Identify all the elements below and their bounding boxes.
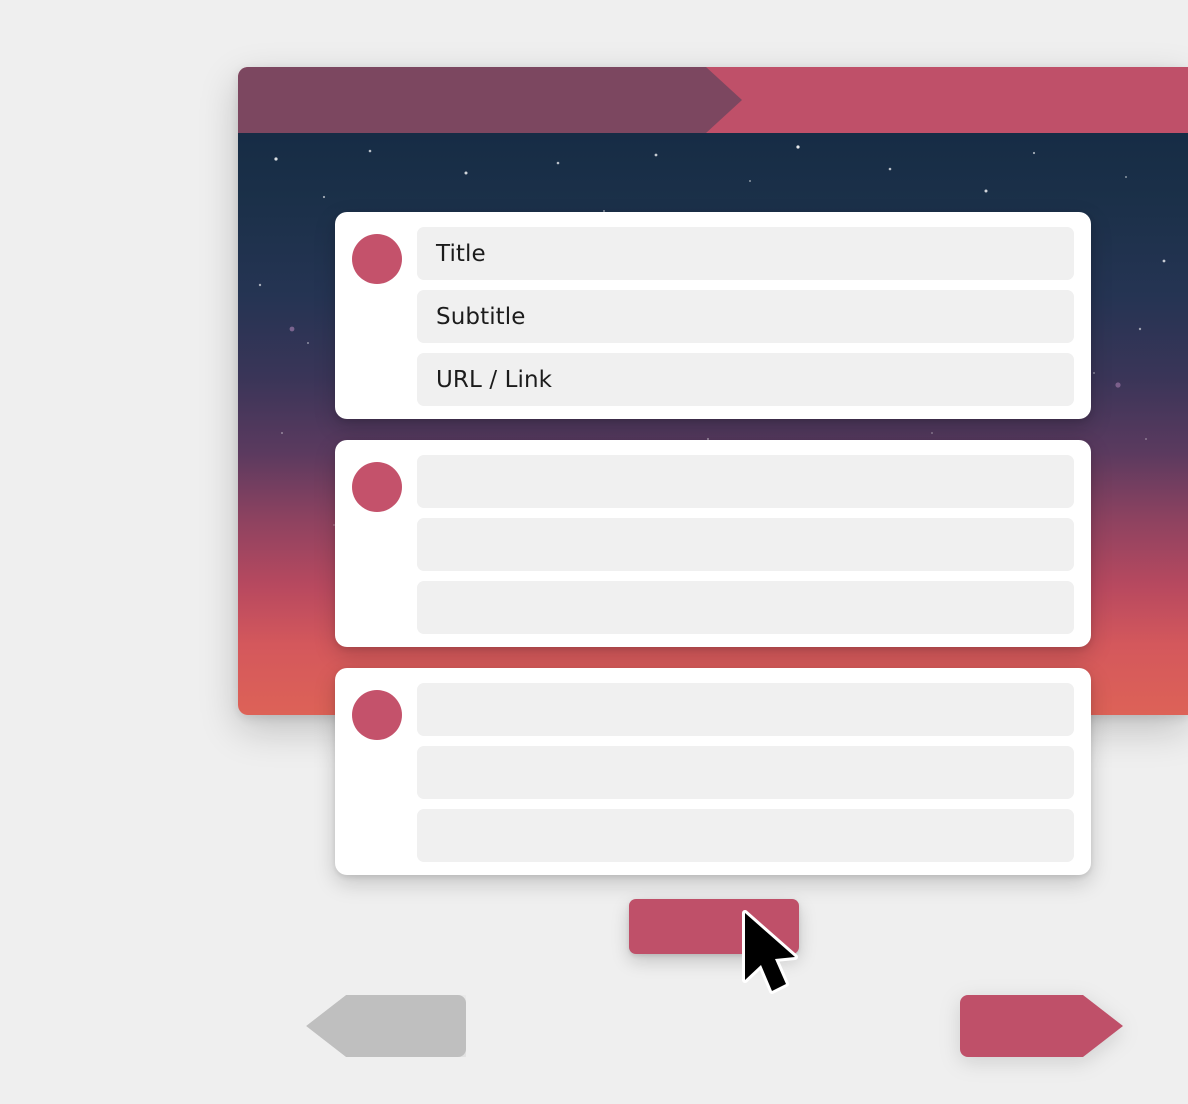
arrow-right-icon: [960, 995, 1123, 1057]
avatar-circle-icon: [352, 234, 402, 284]
window-header-bar: [238, 67, 1188, 133]
url-input[interactable]: URL / Link: [417, 353, 1074, 406]
card-field-group: Title Subtitle URL / Link: [417, 227, 1074, 406]
url-input[interactable]: [417, 809, 1074, 862]
card-field-group: [417, 683, 1074, 862]
url-input[interactable]: [417, 581, 1074, 634]
title-input[interactable]: Title: [417, 227, 1074, 280]
entry-card[interactable]: [335, 440, 1091, 647]
avatar-circle-icon: [352, 462, 402, 512]
entry-card[interactable]: Title Subtitle URL / Link: [335, 212, 1091, 419]
entry-card[interactable]: [335, 668, 1091, 875]
card-field-group: [417, 455, 1074, 634]
arrow-left-icon: [306, 995, 466, 1057]
header-progress-chevron-segment: [238, 67, 742, 133]
next-step-button[interactable]: [960, 995, 1123, 1057]
add-entry-button[interactable]: [629, 899, 799, 954]
title-input[interactable]: [417, 683, 1074, 736]
title-input[interactable]: [417, 455, 1074, 508]
avatar-circle-icon: [352, 690, 402, 740]
previous-step-button[interactable]: [306, 995, 466, 1057]
subtitle-input[interactable]: Subtitle: [417, 290, 1074, 343]
subtitle-input[interactable]: [417, 746, 1074, 799]
subtitle-input[interactable]: [417, 518, 1074, 571]
